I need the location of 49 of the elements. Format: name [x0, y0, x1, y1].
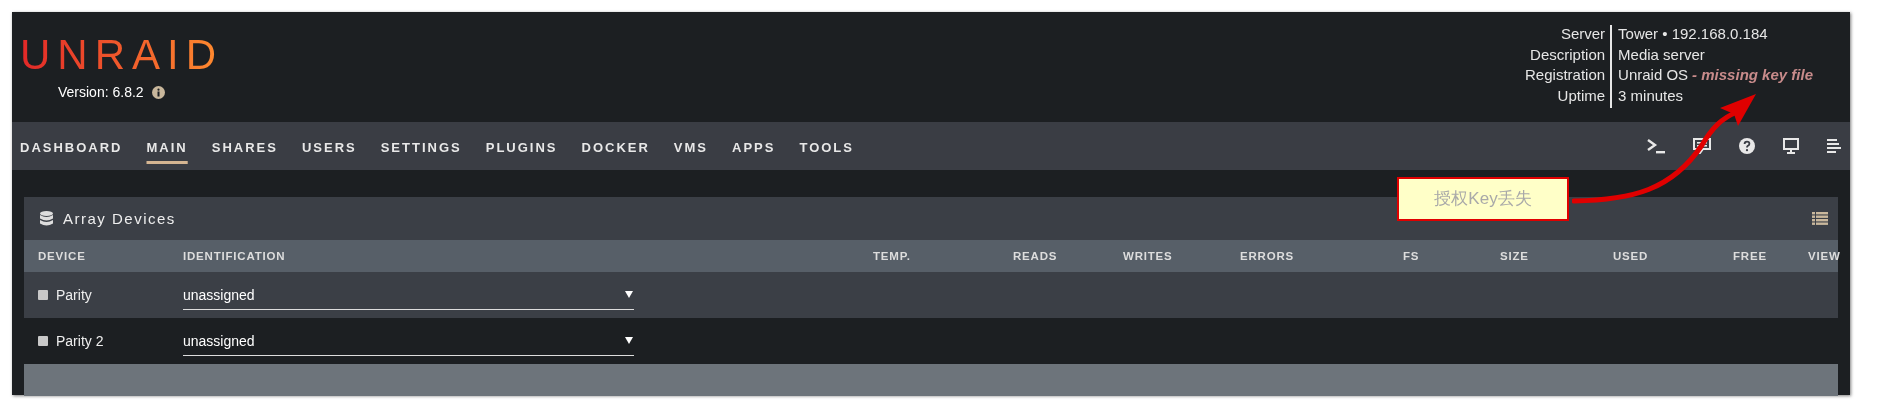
- caret-icon: [625, 291, 633, 298]
- identification-dropdown[interactable]: unassigned: [183, 286, 634, 310]
- caret-icon: [625, 337, 633, 344]
- database-icon: [40, 210, 53, 227]
- info-value: Tower • 192.168.0.184: [1618, 25, 1768, 42]
- column-header: DEVICE: [38, 250, 87, 262]
- nav-tab[interactable]: DASHBOARD: [12, 126, 135, 169]
- help-icon[interactable]: [1739, 138, 1755, 154]
- info-icon[interactable]: [151, 85, 165, 99]
- nav-tab[interactable]: USERS: [289, 126, 369, 169]
- list-view-icon[interactable]: [1812, 212, 1828, 225]
- info-value: 3 minutes: [1618, 86, 1684, 104]
- column-header: IDENTIFICATION: [183, 250, 287, 262]
- device-name: Parity 2: [56, 333, 104, 349]
- column-header: FREE: [1733, 250, 1768, 262]
- info-label: Server: [1559, 24, 1606, 44]
- callout-label: 授权Key丢失: [1397, 177, 1569, 221]
- column-header: SIZE: [1500, 250, 1530, 262]
- terminal-icon[interactable]: [1647, 138, 1665, 154]
- log-icon[interactable]: [1827, 138, 1841, 154]
- panel-title: Array Devices: [63, 210, 176, 227]
- status-square-icon: [38, 336, 48, 346]
- column-header: VIEW: [1808, 250, 1841, 262]
- column-header: WRITES: [1123, 250, 1174, 262]
- version-label: Version: 6.8.2: [58, 84, 144, 100]
- column-header: TEMP.: [873, 250, 912, 262]
- chat-icon[interactable]: [1693, 138, 1711, 154]
- column-header: ERRORS: [1240, 250, 1295, 262]
- info-value: Media server: [1618, 45, 1705, 63]
- nav-tab[interactable]: DOCKER: [569, 126, 662, 169]
- status-square-icon: [38, 290, 48, 300]
- nav-tab[interactable]: PLUGINS: [473, 126, 570, 169]
- nav-tab[interactable]: SETTINGS: [368, 126, 474, 169]
- nav-tab[interactable]: TOOLS: [787, 126, 866, 169]
- identification-dropdown[interactable]: unassigned: [183, 332, 634, 356]
- info-label: Registration: [1525, 65, 1606, 85]
- column-header: READS: [1013, 250, 1059, 262]
- column-header: USED: [1613, 250, 1650, 262]
- warning-text: - missing key file: [1692, 66, 1813, 83]
- info-label: Uptime: [1556, 85, 1606, 106]
- nav-tab[interactable]: VMS: [661, 126, 721, 169]
- nav-tab[interactable]: MAIN: [134, 126, 200, 169]
- column-header: FS: [1403, 250, 1421, 262]
- info-label: Description: [1529, 44, 1606, 65]
- nav-tab[interactable]: SHARES: [199, 126, 290, 169]
- monitor-icon[interactable]: [1783, 138, 1799, 154]
- device-name: Parity: [56, 287, 92, 303]
- nav-tab[interactable]: APPS: [720, 126, 788, 169]
- info-value: Unraid OS: [1618, 66, 1689, 83]
